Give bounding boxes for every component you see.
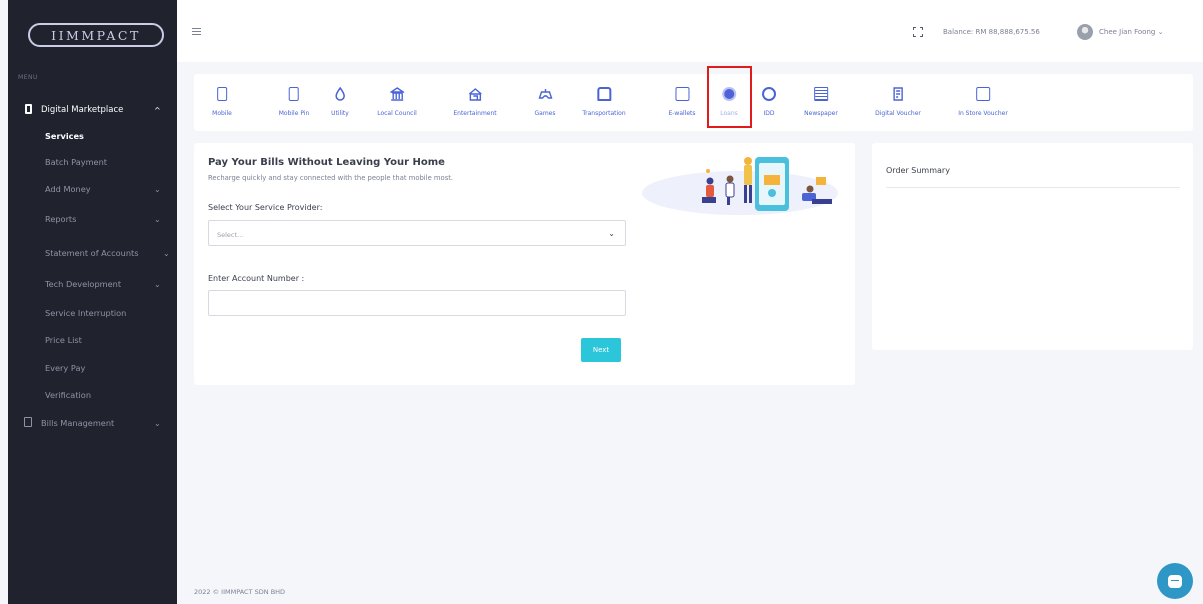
- category-idd[interactable]: IDD: [762, 74, 776, 131]
- hamburger-menu-icon[interactable]: [192, 28, 201, 35]
- sidebar-item-label: Add Money: [45, 184, 91, 194]
- next-button[interactable]: Next: [581, 338, 621, 362]
- sidebar: IIMMPACT MENU Digital Marketplace ^ Serv…: [8, 0, 177, 604]
- category-label: In Store Voucher: [958, 110, 1008, 117]
- chevron-down-icon: ⌄: [154, 279, 161, 289]
- account-number-input[interactable]: [208, 290, 626, 316]
- category-label: Digital Voucher: [875, 110, 921, 117]
- sidebar-item-label: Statement of Accounts: [45, 248, 139, 258]
- wallet-icon: [674, 87, 689, 101]
- order-summary-card: Order Summary: [872, 143, 1193, 350]
- selection-highlight-box: [707, 66, 752, 128]
- category-entertainment[interactable]: Entertainment: [453, 74, 497, 131]
- category-label: IDD: [763, 110, 775, 117]
- top-bar: Balance: RM 88,888,675.56 Chee Jian Foon…: [177, 0, 1203, 62]
- fullscreen-icon[interactable]: [913, 27, 923, 37]
- store-voucher-icon: [976, 87, 990, 101]
- sidebar-item-label: Batch Payment: [45, 157, 107, 167]
- utility-drop-icon: [335, 87, 345, 101]
- form-subtitle: Recharge quickly and stay connected with…: [208, 174, 454, 182]
- brand-logo[interactable]: IIMMPACT: [28, 23, 164, 47]
- user-menu[interactable]: Chee Jian Foong ⌄: [1099, 28, 1163, 36]
- sidebar-item-label: Bills Management: [41, 418, 115, 428]
- category-label: Games: [534, 110, 556, 117]
- chevron-down-icon: ⌄: [154, 214, 161, 224]
- category-transportation[interactable]: Transportation: [582, 74, 626, 131]
- chevron-down-icon: ⌄: [154, 418, 161, 428]
- council-building-icon: [390, 87, 404, 101]
- category-mobile-pin[interactable]: Mobile Pin: [278, 74, 310, 131]
- select-placeholder: Select...: [217, 231, 244, 239]
- sidebar-item-tech-development[interactable]: Tech Development ⌄: [8, 275, 177, 293]
- category-label: Local Council: [377, 110, 417, 117]
- menu-section-title: MENU: [18, 74, 38, 81]
- sidebar-item-label: Price List: [45, 335, 82, 345]
- category-label: Utility: [331, 110, 349, 117]
- sidebar-item-label: Tech Development: [45, 279, 122, 289]
- form-title: Pay Your Bills Without Leaving Your Home: [208, 157, 445, 168]
- entertainment-icon: [468, 88, 482, 101]
- category-games[interactable]: Games: [535, 74, 556, 131]
- bill-payment-illustration: [642, 157, 838, 215]
- sidebar-item-digital-marketplace[interactable]: Digital Marketplace ^: [8, 101, 177, 119]
- sidebar-item-label: Service Interruption: [45, 308, 127, 318]
- category-e-wallets[interactable]: E-wallets: [668, 74, 696, 131]
- document-icon: [24, 417, 32, 427]
- category-label: Transportation: [582, 110, 626, 117]
- chevron-down-icon: ⌄: [608, 229, 615, 238]
- sidebar-item-label: Digital Marketplace: [41, 105, 124, 115]
- sidebar-item-statement-of-accounts[interactable]: Statement of Accounts ⌄: [8, 244, 177, 262]
- sidebar-item-service-interruption[interactable]: Service Interruption: [8, 304, 177, 322]
- sidebar-item-add-money[interactable]: Add Money ⌄: [8, 180, 177, 198]
- mobile-icon: [217, 87, 227, 101]
- bus-icon: [596, 87, 611, 101]
- category-digital-voucher[interactable]: Digital Voucher: [875, 74, 921, 131]
- sidebar-item-label: Reports: [45, 214, 77, 224]
- sidebar-item-reports[interactable]: Reports ⌄: [8, 210, 177, 228]
- category-label: Entertainment: [453, 110, 497, 117]
- sidebar-item-batch-payment[interactable]: Batch Payment: [8, 153, 177, 171]
- sidebar-item-label: Services: [45, 131, 84, 141]
- account-number-label: Enter Account Number :: [208, 274, 305, 283]
- sidebar-item-label: Verification: [45, 390, 92, 400]
- balance-text: Balance: RM 88,888,675.56: [943, 28, 1040, 36]
- sidebar-item-label: Every Pay: [45, 363, 86, 373]
- category-mobile[interactable]: Mobile: [212, 74, 232, 131]
- order-summary-title: Order Summary: [886, 166, 950, 175]
- games-icon: [538, 89, 552, 99]
- phone-icon: [25, 104, 32, 114]
- category-in-store-voucher[interactable]: In Store Voucher: [958, 74, 1008, 131]
- sidebar-item-price-list[interactable]: Price List: [8, 331, 177, 349]
- service-category-bar: Mobile Mobile Pin Utility Local Council …: [194, 66, 1193, 131]
- mobile-pin-icon: [288, 87, 299, 101]
- chevron-up-icon: ^: [154, 105, 161, 115]
- sidebar-item-every-pay[interactable]: Every Pay: [8, 359, 177, 377]
- sidebar-item-services[interactable]: Services: [8, 127, 177, 145]
- chat-button[interactable]: [1157, 563, 1193, 599]
- service-provider-select[interactable]: Select... ⌄: [208, 220, 626, 246]
- bill-payment-form-card: Pay Your Bills Without Leaving Your Home…: [194, 143, 855, 385]
- sidebar-item-verification[interactable]: Verification: [8, 386, 177, 404]
- provider-label: Select Your Service Provider:: [208, 203, 323, 212]
- chat-bubble-icon: [1168, 574, 1182, 588]
- category-label: Mobile: [212, 110, 232, 117]
- category-local-council[interactable]: Local Council: [377, 74, 417, 131]
- digital-voucher-icon: [893, 87, 903, 101]
- sidebar-item-bills-management[interactable]: Bills Management ⌄: [8, 414, 177, 432]
- category-label: Newspaper: [804, 110, 838, 117]
- category-utility[interactable]: Utility: [331, 74, 349, 131]
- category-label: Mobile Pin: [278, 110, 310, 117]
- chevron-down-icon: ⌄: [154, 184, 161, 194]
- globe-icon: [762, 87, 776, 101]
- divider: [886, 187, 1180, 188]
- chevron-down-icon: ⌄: [163, 248, 170, 258]
- avatar[interactable]: [1077, 24, 1093, 40]
- footer-copyright: 2022 © IIMMPACT SDN BHD: [194, 588, 286, 596]
- category-newspaper[interactable]: Newspaper: [804, 74, 838, 131]
- category-label: E-wallets: [668, 110, 696, 117]
- newspaper-icon: [813, 87, 828, 101]
